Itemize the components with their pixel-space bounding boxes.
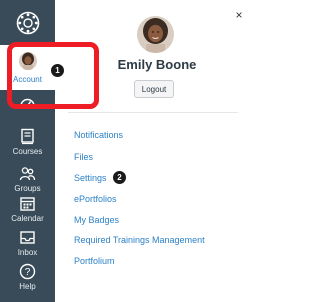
link-eportfolios[interactable]: ePortfolios	[74, 194, 117, 204]
inbox-icon	[20, 231, 35, 244]
nav-courses-label: Courses	[12, 147, 43, 156]
close-icon: ×	[235, 8, 243, 22]
logout-button[interactable]: Logout	[134, 80, 174, 98]
tray-divider	[68, 112, 238, 113]
step-2-callout: 2	[112, 170, 127, 185]
link-files[interactable]: Files	[74, 152, 93, 162]
user-name: Emily Boone	[117, 57, 197, 72]
link-notifications[interactable]: Notifications	[74, 130, 123, 140]
profile-avatar	[137, 16, 174, 53]
svg-text:?: ?	[25, 267, 31, 278]
step-1-callout: 1	[50, 63, 65, 78]
nav-inbox-label: Inbox	[17, 248, 38, 257]
link-settings[interactable]: Settings	[74, 173, 107, 183]
link-required-trainings-management[interactable]: Required Trainings Management	[74, 235, 205, 245]
nav-help-label: Help	[19, 282, 36, 291]
groups-icon	[19, 167, 36, 181]
nav-courses-button[interactable]: Courses	[0, 124, 55, 164]
courses-icon	[21, 128, 34, 145]
calendar-icon	[20, 197, 35, 211]
canvas-logo[interactable]	[0, 0, 55, 45]
close-tray-button[interactable]: ×	[233, 9, 245, 21]
help-icon: ?	[19, 263, 36, 280]
nav-help-button[interactable]: ? Help	[0, 259, 55, 299]
canvas-logo-icon	[16, 11, 39, 34]
link-portfolium[interactable]: Portfolium	[74, 256, 115, 266]
nav-calendar-label: Calendar	[11, 214, 44, 223]
link-my-badges[interactable]: My Badges	[74, 215, 119, 225]
canvas-account-screen: Account Courses Groups Calendar Inbox ? …	[0, 0, 250, 302]
